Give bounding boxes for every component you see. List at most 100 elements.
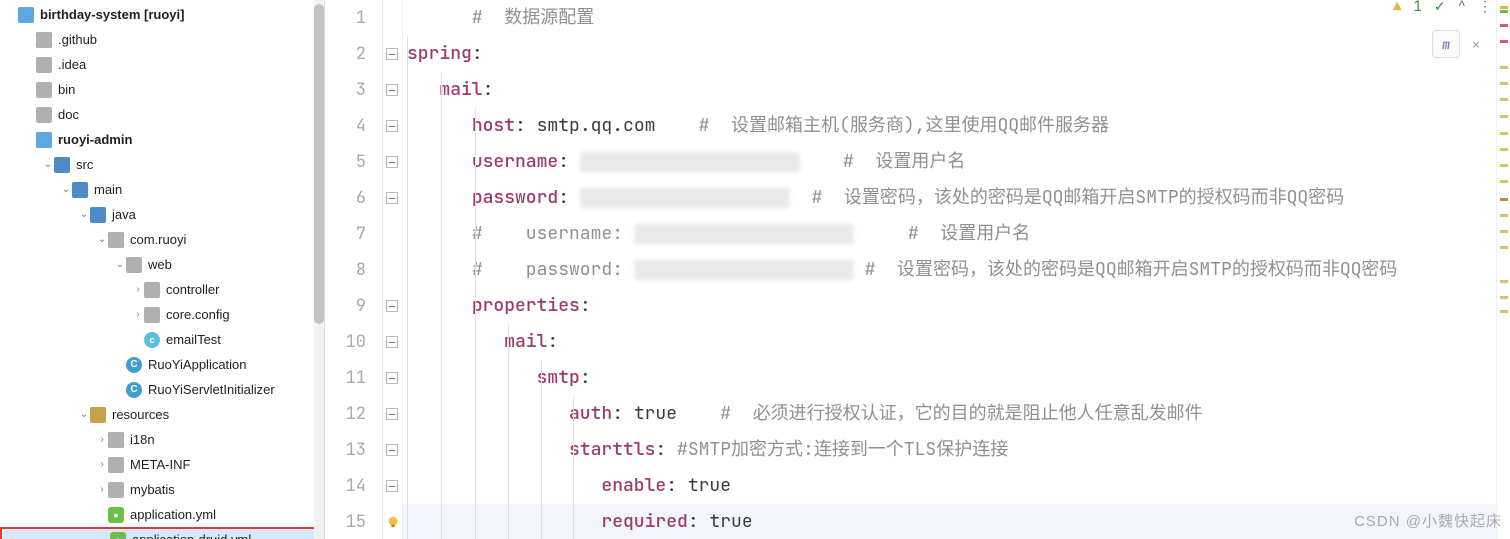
line-number: 12 xyxy=(325,396,382,432)
tree-item-label: .github xyxy=(58,32,97,47)
code-line[interactable]: mail: xyxy=(403,72,1496,108)
minimap-mark[interactable] xyxy=(1500,98,1508,101)
pkg-icon xyxy=(144,307,160,323)
tree-item[interactable]: .github xyxy=(0,27,324,52)
minimap-mark[interactable] xyxy=(1500,132,1508,135)
code-line[interactable]: password: # 设置密码，该处的密码是QQ邮箱开启SMTP的授权码而非Q… xyxy=(403,180,1496,216)
code-line[interactable]: # username: # 设置用户名 xyxy=(403,216,1496,252)
line-number: 7 xyxy=(325,216,382,252)
tree-scrollbar[interactable] xyxy=(314,0,324,539)
editor-minimap[interactable] xyxy=(1496,0,1510,539)
minimap-mark[interactable] xyxy=(1500,198,1508,201)
tree-item[interactable]: bin xyxy=(0,77,324,102)
minimap-mark[interactable] xyxy=(1500,24,1508,27)
minimap-mark[interactable] xyxy=(1500,180,1508,183)
chevron-icon[interactable]: › xyxy=(96,484,108,495)
tree-item[interactable]: birthday-system [ruoyi] xyxy=(0,2,324,27)
fold-toggle-icon[interactable] xyxy=(386,480,398,492)
minimap-mark[interactable] xyxy=(1500,40,1508,43)
chevron-icon[interactable]: › xyxy=(96,459,108,470)
tree-item[interactable]: ›i18n xyxy=(0,427,324,452)
tree-item[interactable]: ruoyi-admin xyxy=(0,127,324,152)
chevron-icon[interactable]: ⌄ xyxy=(114,259,126,270)
fold-toggle-icon[interactable] xyxy=(386,84,398,96)
minimap-toggle-icon[interactable]: m xyxy=(1432,30,1460,58)
chevron-icon[interactable]: ⌄ xyxy=(78,209,90,220)
cls-icon: C xyxy=(126,382,142,398)
minimap-mark[interactable] xyxy=(1500,310,1508,313)
yaml-value xyxy=(800,150,843,173)
tree-item-label: application.yml xyxy=(130,507,216,522)
code-line[interactable]: smtp: xyxy=(403,360,1496,396)
tree-item[interactable]: ⌄com.ruoyi xyxy=(0,227,324,252)
line-number: 15 xyxy=(325,504,382,539)
tree-item[interactable]: ⌄web xyxy=(0,252,324,277)
fold-toggle-icon[interactable] xyxy=(386,48,398,60)
tree-item[interactable]: cemailTest xyxy=(0,327,324,352)
fold-toggle-icon[interactable] xyxy=(386,192,398,204)
yaml-key: enable xyxy=(601,474,666,497)
code-line[interactable]: starttls: #SMTP加密方式:连接到一个TLS保护连接 xyxy=(403,432,1496,468)
yaml-key: auth xyxy=(569,402,612,425)
code-line[interactable]: spring: xyxy=(403,36,1496,72)
code-line[interactable]: properties: xyxy=(403,288,1496,324)
minimap-mark[interactable] xyxy=(1500,230,1508,233)
chevron-icon[interactable]: ⌄ xyxy=(60,184,72,195)
more-icon[interactable]: ⋮ xyxy=(1478,0,1492,16)
code-line[interactable]: # password: # 设置密码，该处的密码是QQ邮箱开启SMTP的授权码而… xyxy=(403,252,1496,288)
intention-bulb-icon[interactable] xyxy=(386,515,400,529)
inspection-widget[interactable]: ▲ 1 ✓ ^ ⋮ xyxy=(1393,0,1492,16)
tree-item[interactable]: CRuoYiApplication xyxy=(0,352,324,377)
minimap-mark[interactable] xyxy=(1500,164,1508,167)
tree-item-label: src xyxy=(76,157,93,172)
code-line[interactable]: host: smtp.qq.com # 设置邮箱主机(服务商),这里使用QQ邮件… xyxy=(403,108,1496,144)
minimap-mark[interactable] xyxy=(1500,246,1508,249)
minimap-mark[interactable] xyxy=(1500,10,1508,13)
minimap-mark[interactable] xyxy=(1500,82,1508,85)
yaml-comment: # 设置密码，该处的密码是QQ邮箱开启SMTP的授权码而非QQ密码 xyxy=(865,258,1398,281)
code-line[interactable]: username: # 设置用户名 xyxy=(403,144,1496,180)
fold-toggle-icon[interactable] xyxy=(386,444,398,456)
code-line[interactable]: enable: true xyxy=(403,468,1496,504)
close-hint-icon[interactable]: ✕ xyxy=(1464,30,1488,58)
chevron-icon[interactable]: › xyxy=(96,434,108,445)
minimap-mark[interactable] xyxy=(1500,214,1508,217)
settings-icon[interactable]: ^ xyxy=(1458,0,1466,16)
fold-toggle-icon[interactable] xyxy=(386,372,398,384)
tree-item[interactable]: CRuoYiServletInitializer xyxy=(0,377,324,402)
chevron-icon[interactable]: › xyxy=(132,284,144,295)
fold-toggle-icon[interactable] xyxy=(386,336,398,348)
chevron-icon[interactable]: ⌄ xyxy=(96,234,108,245)
tree-item[interactable]: ›META-INF xyxy=(0,452,324,477)
fold-toggle-icon[interactable] xyxy=(386,300,398,312)
yaml-key: mail xyxy=(504,330,547,353)
tree-item[interactable]: .idea xyxy=(0,52,324,77)
tree-item[interactable]: ⌄ src xyxy=(0,152,324,177)
minimap-mark[interactable] xyxy=(1500,6,1508,9)
tree-item[interactable]: ●application-druid.yml xyxy=(0,527,324,539)
fold-toggle-icon[interactable] xyxy=(386,408,398,420)
tree-item[interactable]: ⌄java xyxy=(0,202,324,227)
tree-item[interactable]: doc xyxy=(0,102,324,127)
tree-item[interactable]: ›controller xyxy=(0,277,324,302)
code-line[interactable]: # 数据源配置 xyxy=(403,0,1496,36)
code-line[interactable]: mail: xyxy=(403,324,1496,360)
chevron-icon[interactable]: ⌄ xyxy=(42,159,54,170)
minimap-mark[interactable] xyxy=(1500,66,1508,69)
tree-item[interactable]: ●application.yml xyxy=(0,502,324,527)
chevron-icon[interactable]: ⌄ xyxy=(78,409,90,420)
minimap-mark[interactable] xyxy=(1500,280,1508,283)
chevron-icon[interactable]: › xyxy=(132,309,144,320)
minimap-mark[interactable] xyxy=(1500,115,1508,118)
fold-toggle-icon[interactable] xyxy=(386,156,398,168)
tree-item[interactable]: ⌄resources xyxy=(0,402,324,427)
minimap-mark[interactable] xyxy=(1500,296,1508,299)
tree-item[interactable]: ›core.config xyxy=(0,302,324,327)
tree-item[interactable]: ⌄main xyxy=(0,177,324,202)
fold-toggle-icon[interactable] xyxy=(386,120,398,132)
tree-item[interactable]: ›mybatis xyxy=(0,477,324,502)
code-area[interactable]: # 数据源配置spring: mail: host: smtp.qq.com #… xyxy=(403,0,1496,539)
minimap-mark[interactable] xyxy=(1500,148,1508,151)
code-line[interactable]: auth: true # 必须进行授权认证，它的目的就是阻止他人任意乱发邮件 xyxy=(403,396,1496,432)
code-line[interactable]: required: true xyxy=(403,504,1496,539)
